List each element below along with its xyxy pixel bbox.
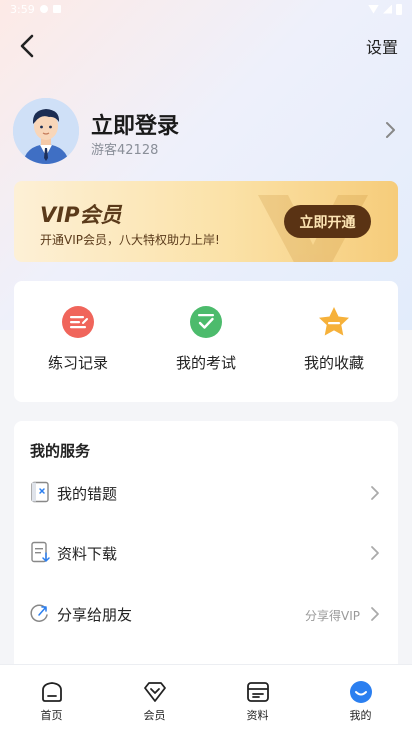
user-avatar-icon [13,98,79,164]
service-row-share[interactable]: 分享给朋友 分享得VIP [14,592,398,636]
tab-home-label: 首页 [40,709,63,722]
my-exam-item[interactable]: 我的考试 [142,281,270,402]
practice-record-icon [62,306,94,338]
tab-profile-label: 我的 [349,709,372,722]
avatar[interactable] [13,98,79,164]
settings-button[interactable]: 设置 [366,34,398,58]
materials-icon [247,682,269,702]
app-notification-icon [52,5,61,13]
vip-subtitle: 开通VIP会员，八大特权助力上岸! [40,233,220,247]
battery-icon [396,3,402,15]
share-icon [30,604,48,622]
signal-icon [383,4,392,14]
guest-id: 游客42128 [91,143,159,158]
chevron-right-icon [371,607,379,621]
notification-icon [39,5,48,13]
download-label: 资料下载 [57,545,118,563]
tab-home[interactable]: 首页 [0,665,103,734]
diamond-icon [144,682,166,702]
back-arrow-icon [20,34,34,58]
share-label: 分享给朋友 [57,606,133,624]
bottom-tab-bar: 首页 会员 资料 我的 [0,664,412,734]
tab-materials[interactable]: 资料 [206,665,309,734]
quick-actions-card: 练习记录 我的考试 我的收藏 [14,281,398,402]
vip-banner[interactable]: VIP会员 开通VIP会员，八大特权助力上岸! 立即开通 [14,181,398,262]
my-exam-label: 我的考试 [175,354,236,372]
service-row-wrong-questions[interactable]: 我的错题 [14,471,398,515]
services-card: 我的服务 我的错题 资料下载 分享给朋友 分享得VIP [14,421,398,671]
tab-vip[interactable]: 会员 [103,665,206,734]
wifi-icon [368,4,379,14]
my-favorites-item[interactable]: 我的收藏 [270,281,398,402]
wrong-questions-icon [31,481,49,503]
login-title[interactable]: 立即登录 [91,108,179,140]
status-time: 3:59 [10,2,35,16]
vip-title: VIP会员 [40,203,122,227]
share-vip-hint: 分享得VIP [305,609,360,623]
favorite-star-icon [319,307,349,336]
back-button[interactable] [14,32,42,60]
status-bar: 3:59 [0,0,412,18]
chevron-right-icon [386,122,395,138]
profile-arrow[interactable] [380,120,400,140]
my-favorites-label: 我的收藏 [303,354,364,372]
practice-record-label: 练习记录 [47,354,108,372]
profile-icon [350,681,372,703]
open-vip-button[interactable]: 立即开通 [284,205,371,238]
tab-vip-label: 会员 [143,709,166,722]
download-doc-icon [31,541,50,563]
exam-check-icon [190,306,222,338]
practice-record-item[interactable]: 练习记录 [14,281,142,402]
home-icon [42,682,62,702]
service-row-download[interactable]: 资料下载 [14,531,398,575]
tab-materials-label: 资料 [246,709,269,722]
chevron-right-icon [371,546,379,560]
tab-profile[interactable]: 我的 [309,665,412,734]
services-title: 我的服务 [30,442,91,460]
chevron-right-icon [371,486,379,500]
wrong-questions-label: 我的错题 [57,485,118,503]
